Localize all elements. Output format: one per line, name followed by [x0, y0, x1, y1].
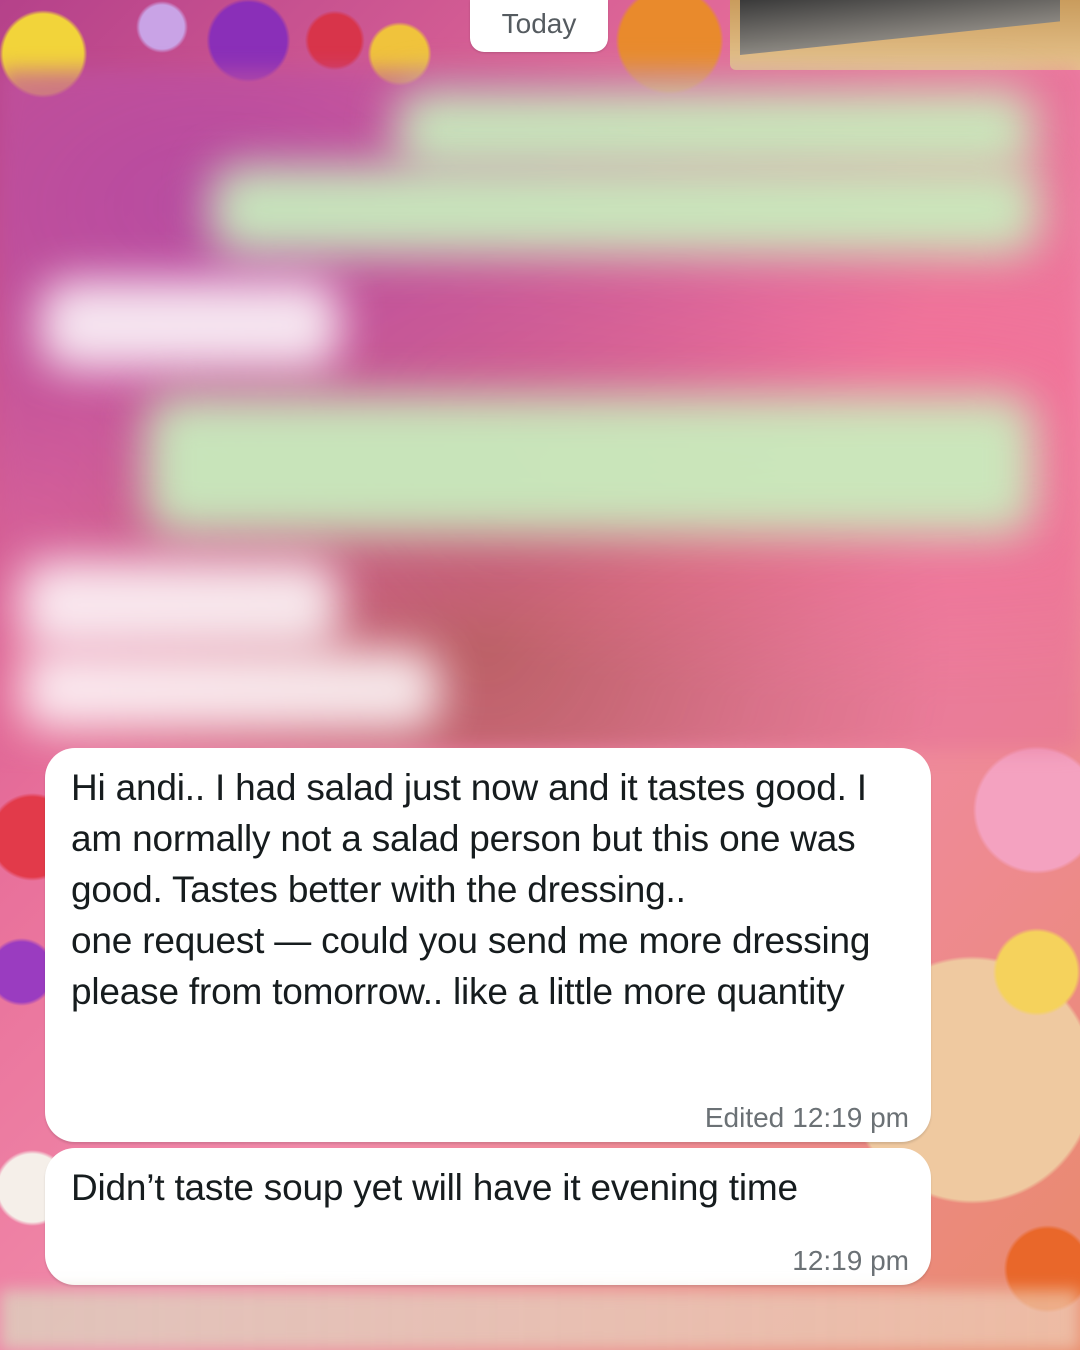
redacted-outgoing-message[interactable]: [395, 90, 1035, 170]
edited-label: Edited: [704, 1102, 785, 1133]
redacted-outgoing-message[interactable]: [145, 395, 1035, 535]
redacted-incoming-message[interactable]: [20, 560, 340, 650]
incoming-message[interactable]: Hi andi.. I had salad just now and it ta…: [45, 748, 931, 1142]
incoming-message[interactable]: Didn’t taste soup yet will have it eveni…: [45, 1148, 931, 1285]
redacted-area: [0, 1290, 1080, 1350]
message-meta: 12:19 pm: [792, 1245, 909, 1277]
message-text: Hi andi.. I had salad just now and it ta…: [71, 767, 871, 1012]
message-time: 12:19 pm: [792, 1245, 909, 1276]
message-meta: Edited 12:19 pm: [705, 1102, 909, 1134]
redacted-incoming-message[interactable]: [20, 650, 440, 730]
wallpaper-photo-frame: [730, 0, 1080, 70]
chat-screen: Today Hi andi.. I had salad just now and…: [0, 0, 1080, 1350]
message-text: Didn’t taste soup yet will have it eveni…: [71, 1167, 798, 1208]
message-time: 12:19 pm: [792, 1102, 909, 1133]
redacted-incoming-message[interactable]: [40, 280, 340, 370]
redacted-outgoing-message[interactable]: [210, 165, 1040, 255]
date-separator: Today: [470, 0, 608, 52]
